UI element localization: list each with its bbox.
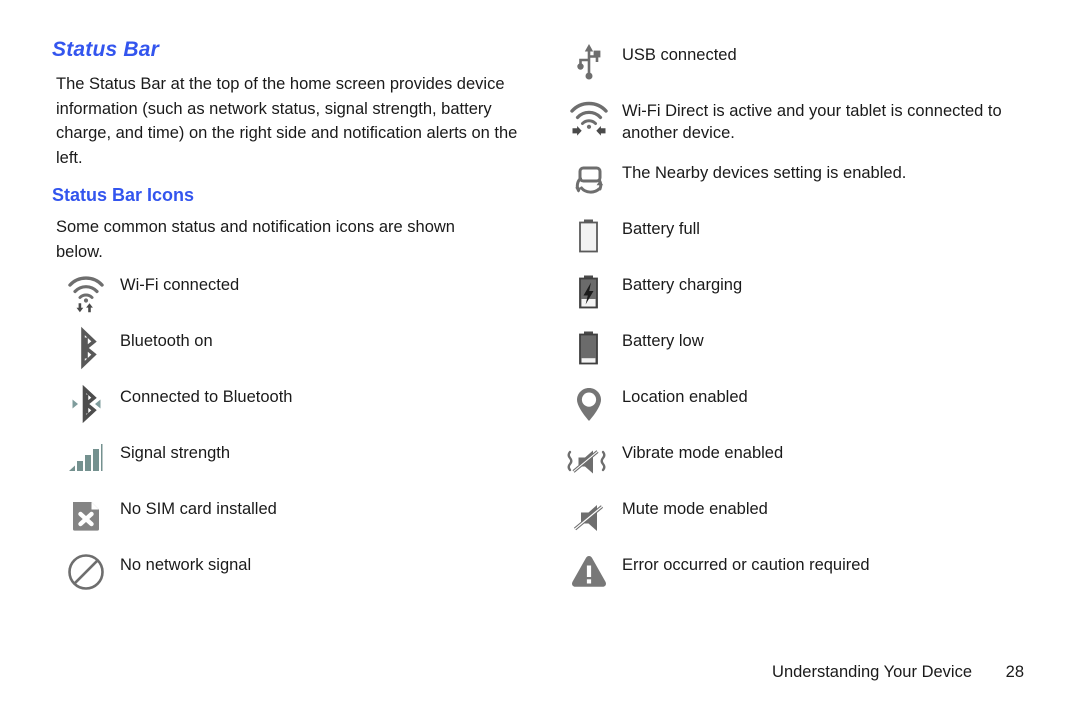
list-item: Connected to Bluetooth: [52, 380, 522, 436]
intro-paragraph: The Status Bar at the top of the home sc…: [56, 75, 518, 167]
document-page: Status Bar The Status Bar at the top of …: [0, 0, 1080, 720]
list-item-label: Wi-Fi connected: [120, 276, 240, 294]
wifi-direct-icon: [556, 94, 622, 140]
list-item: Bluetooth on: [52, 324, 522, 380]
list-item: Battery low: [556, 324, 1056, 380]
list-item: Error occurred or caution required: [556, 548, 1056, 604]
list-item: Wi-Fi connected: [52, 268, 522, 324]
signal-strength-icon: [52, 436, 120, 482]
list-item: USB connected: [556, 38, 1056, 94]
list-item-label: Connected to Bluetooth: [120, 388, 293, 406]
list-item: Wi-Fi Direct is active and your tablet i…: [556, 94, 1056, 156]
battery-charging-icon: [556, 268, 622, 314]
bluetooth-on-icon: [52, 324, 120, 370]
list-item: Location enabled: [556, 380, 1056, 436]
list-item-label: Error occurred or caution required: [622, 556, 870, 574]
list-item-label: The Nearby devices setting is enabled.: [622, 164, 907, 182]
battery-low-icon: [556, 324, 622, 370]
wifi-connected-icon: [52, 268, 120, 314]
subsection-paragraph: Some common status and notification icon…: [56, 218, 455, 261]
list-item: Battery charging: [556, 268, 1056, 324]
footer-page-number: 28: [1005, 663, 1024, 681]
list-item-label: Battery low: [622, 332, 704, 350]
list-item: Mute mode enabled: [556, 492, 1056, 548]
status-icon-list-left: Wi-Fi connected Bluetooth on Connected t…: [52, 268, 522, 604]
list-item-label: Wi-Fi Direct is active and your tablet i…: [622, 102, 1002, 142]
list-item-label: Signal strength: [120, 444, 231, 462]
status-icon-list-right: USB connected Wi-Fi Direct is active and…: [556, 38, 1056, 604]
list-item-label: No network signal: [120, 556, 252, 574]
list-item: Vibrate mode enabled: [556, 436, 1056, 492]
battery-full-icon: [556, 212, 622, 258]
list-item-label: Mute mode enabled: [622, 500, 768, 518]
vibrate-mode-icon: [556, 436, 622, 482]
list-item-label: Bluetooth on: [120, 332, 213, 350]
no-network-signal-icon: [52, 548, 120, 594]
mute-mode-icon: [556, 492, 622, 538]
list-item: The Nearby devices setting is enabled.: [556, 156, 1056, 212]
page-title: Status Bar: [52, 38, 160, 61]
error-caution-icon: [556, 548, 622, 594]
subsection-title: Status Bar Icons: [52, 185, 195, 205]
list-item-label: Location enabled: [622, 388, 748, 406]
list-item-label: No SIM card installed: [120, 500, 277, 518]
location-enabled-icon: [556, 380, 622, 426]
bluetooth-connected-icon: [52, 380, 120, 426]
usb-connected-icon: [556, 38, 622, 84]
list-item-label: USB connected: [622, 46, 737, 64]
list-item: Battery full: [556, 212, 1056, 268]
list-item: Signal strength: [52, 436, 522, 492]
footer-chapter: Understanding Your Device: [772, 663, 972, 681]
list-item-label: Battery charging: [622, 276, 743, 294]
list-item-label: Battery full: [622, 220, 700, 238]
nearby-devices-icon: [556, 156, 622, 202]
list-item: No SIM card installed: [52, 492, 522, 548]
list-item-label: Vibrate mode enabled: [622, 444, 784, 462]
page-footer: Understanding Your Device 28: [772, 663, 1024, 682]
list-item: No network signal: [52, 548, 522, 604]
no-sim-card-icon: [52, 492, 120, 538]
